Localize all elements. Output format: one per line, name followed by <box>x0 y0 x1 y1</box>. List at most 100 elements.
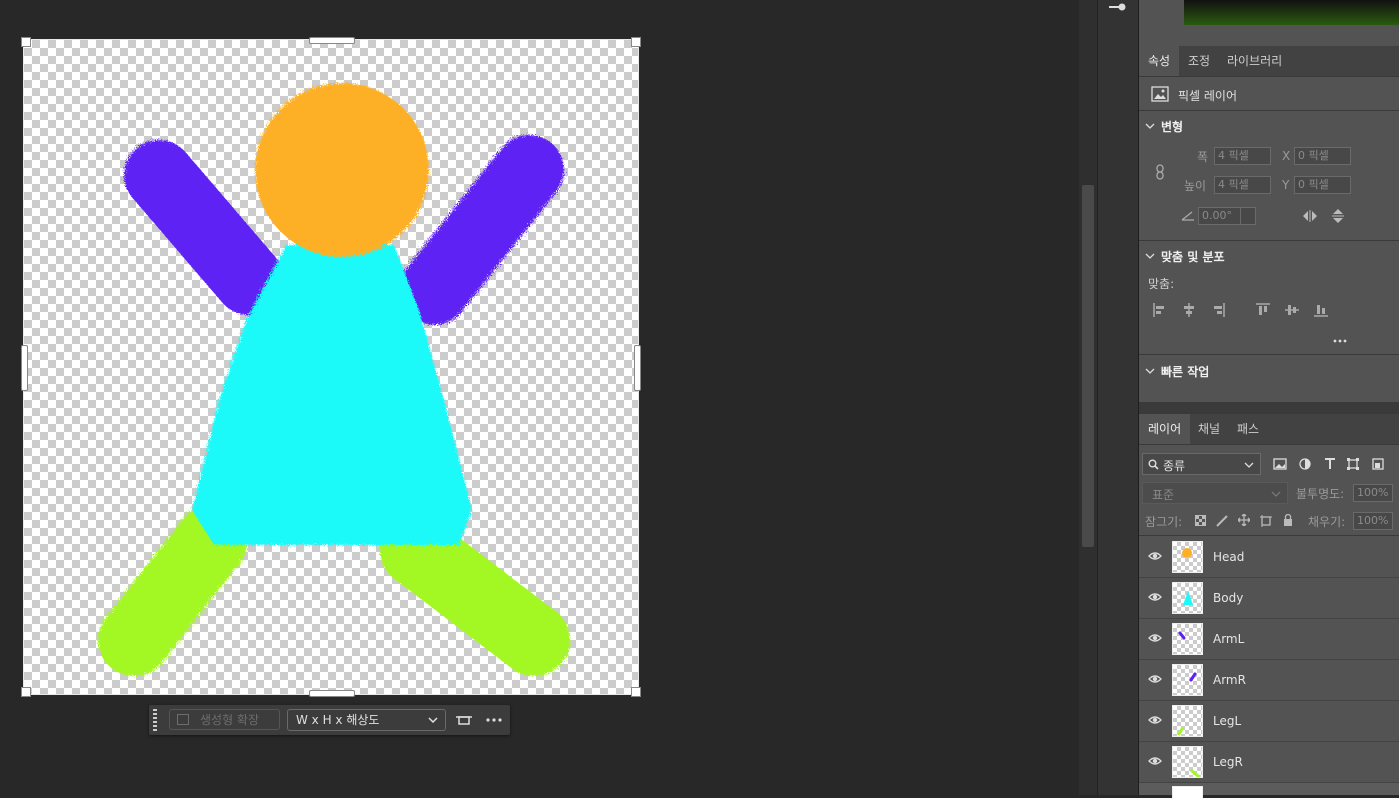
transform-handle-right[interactable] <box>634 345 641 391</box>
tab-channels[interactable]: 채널 <box>1189 414 1229 444</box>
layer-row-head[interactable]: Head <box>1139 537 1399 578</box>
layer-row-armr[interactable]: ArmR <box>1139 660 1399 701</box>
opacity-label: 불투명도: <box>1296 487 1345 501</box>
layer-name: LegL <box>1213 714 1242 728</box>
panel-separator[interactable] <box>1139 402 1399 414</box>
right-panel: 속성 조정 라이브러리 픽셀 레이어 변형 폭 4 픽셀 X 0 픽셀 높이 4… <box>1138 0 1399 798</box>
fill-field[interactable]: 100% <box>1353 512 1393 530</box>
layer-filter-select[interactable]: 종류 <box>1142 453 1261 475</box>
chevron-quick-actions-icon[interactable] <box>1145 368 1155 374</box>
size-select[interactable]: W x H x 해상도 <box>287 709 446 731</box>
background-layer-row[interactable] <box>1139 783 1399 798</box>
visibility-eye-icon[interactable] <box>1148 549 1162 563</box>
lock-position-move-icon[interactable] <box>1238 514 1250 526</box>
align-label: 맞춤: <box>1148 277 1175 291</box>
link-icon[interactable] <box>1155 164 1165 180</box>
properties-tabs: 속성 조정 라이브러리 <box>1139 46 1399 77</box>
document-canvas[interactable] <box>21 37 641 697</box>
tab-adjustments[interactable]: 조정 <box>1179 46 1219 76</box>
align-left-icon[interactable] <box>1153 303 1167 317</box>
chevron-down-icon <box>1271 491 1281 497</box>
transform-section-title[interactable]: 변형 <box>1161 118 1183 135</box>
arm-left-shape <box>124 140 284 315</box>
lock-transparent-icon[interactable] <box>1195 515 1206 526</box>
flip-horizontal-icon[interactable] <box>1302 210 1318 222</box>
align-bottom-icon[interactable] <box>1314 303 1328 317</box>
layer-thumbnail <box>1172 705 1203 737</box>
transform-handle-br[interactable] <box>631 687 641 697</box>
generative-expand-button[interactable]: 생성형 확장 <box>169 709 280 730</box>
arm-right-shape <box>399 135 564 325</box>
filter-adjustment-icon[interactable] <box>1299 458 1311 470</box>
layer-list: Head Body ArmL ArmR LegL LegR <box>1139 537 1399 795</box>
layer-name: Head <box>1213 550 1245 564</box>
visibility-eye-icon[interactable] <box>1148 754 1162 768</box>
flip-vertical-icon[interactable] <box>1332 208 1344 224</box>
more-icon[interactable] <box>486 718 502 722</box>
tab-layers[interactable]: 레이어 <box>1139 414 1191 444</box>
x-field[interactable]: 0 픽셀 <box>1294 147 1351 165</box>
align-right-icon[interactable] <box>1211 303 1225 317</box>
angle-dropdown-icon[interactable] <box>1240 208 1255 224</box>
transform-handle-top[interactable] <box>309 37 355 44</box>
layer-name: ArmR <box>1213 673 1246 687</box>
visibility-eye-icon[interactable] <box>1148 672 1162 686</box>
transform-handle-left[interactable] <box>21 345 28 391</box>
chevron-align-icon[interactable] <box>1145 253 1155 259</box>
visibility-eye-icon[interactable] <box>1148 631 1162 645</box>
drag-grip-icon[interactable] <box>153 709 157 731</box>
lock-all-icon[interactable] <box>1283 514 1293 526</box>
visibility-eye-icon[interactable] <box>1148 590 1162 604</box>
y-field[interactable]: 0 픽셀 <box>1294 176 1351 194</box>
filter-pixel-icon[interactable] <box>1273 458 1287 470</box>
y-label: Y <box>1282 178 1290 192</box>
canvas-scrollbar-thumb[interactable] <box>1082 185 1094 547</box>
blend-mode-value: 표준 <box>1152 488 1175 502</box>
transform-handle-tl[interactable] <box>21 37 31 47</box>
transform-handle-bottom[interactable] <box>309 690 355 697</box>
align-center-v-icon[interactable] <box>1285 303 1299 317</box>
filter-smart-object-icon[interactable] <box>1372 458 1384 470</box>
opacity-field[interactable]: 100% <box>1353 484 1393 502</box>
chevron-down-icon <box>1244 462 1254 468</box>
visibility-eye-icon[interactable] <box>1148 713 1162 727</box>
more-align-options-icon[interactable] <box>1333 339 1347 343</box>
tab-properties[interactable]: 속성 <box>1139 46 1180 76</box>
angle-field[interactable]: 0.00° <box>1198 207 1256 225</box>
panel-dock-strip <box>1097 0 1138 795</box>
tab-paths[interactable]: 패스 <box>1228 414 1268 444</box>
color-picker-field[interactable] <box>1184 0 1399 25</box>
transform-handle-bl[interactable] <box>21 687 31 697</box>
filter-shape-icon[interactable] <box>1347 458 1359 470</box>
height-field[interactable]: 4 픽셀 <box>1214 176 1271 194</box>
figure-artwork <box>98 83 570 676</box>
lock-artboard-icon[interactable] <box>1260 515 1272 527</box>
tab-libraries[interactable]: 라이브러리 <box>1218 46 1291 76</box>
layer-name: ArmL <box>1213 632 1245 646</box>
angle-value: 0.00° <box>1202 209 1232 222</box>
transform-handle-tr[interactable] <box>631 37 641 47</box>
chevron-transform-icon[interactable] <box>1145 123 1155 129</box>
width-field[interactable]: 4 픽셀 <box>1214 147 1271 165</box>
layer-row-arml[interactable]: ArmL <box>1139 619 1399 660</box>
quick-actions-title[interactable]: 빠른 작업 <box>1161 363 1209 380</box>
lock-pixels-brush-icon[interactable] <box>1216 515 1228 527</box>
layer-row-body[interactable]: Body <box>1139 578 1399 619</box>
panel-toggle-icon[interactable] <box>1109 1 1127 13</box>
align-top-icon[interactable] <box>1256 303 1270 317</box>
resize-canvas-icon[interactable] <box>456 714 472 726</box>
align-center-h-icon[interactable] <box>1182 303 1196 317</box>
layer-thumbnail <box>1172 664 1203 696</box>
blend-mode-select[interactable]: 표준 <box>1142 482 1288 504</box>
layer-thumbnail <box>1172 746 1203 778</box>
align-section-title[interactable]: 맞춤 및 분포 <box>1161 248 1225 265</box>
fill-label: 채우기: <box>1308 515 1346 529</box>
layer-row-legr[interactable]: LegR <box>1139 742 1399 783</box>
layer-row-legl[interactable]: LegL <box>1139 701 1399 742</box>
width-label: 폭 <box>1197 150 1209 164</box>
filter-type-icon[interactable] <box>1324 458 1336 470</box>
layer-type-label: 픽셀 레이어 <box>1178 89 1238 103</box>
background-layer-thumbnail <box>1172 786 1203 798</box>
layer-filter-value: 종류 <box>1163 459 1186 473</box>
layer-name: LegR <box>1213 755 1243 769</box>
